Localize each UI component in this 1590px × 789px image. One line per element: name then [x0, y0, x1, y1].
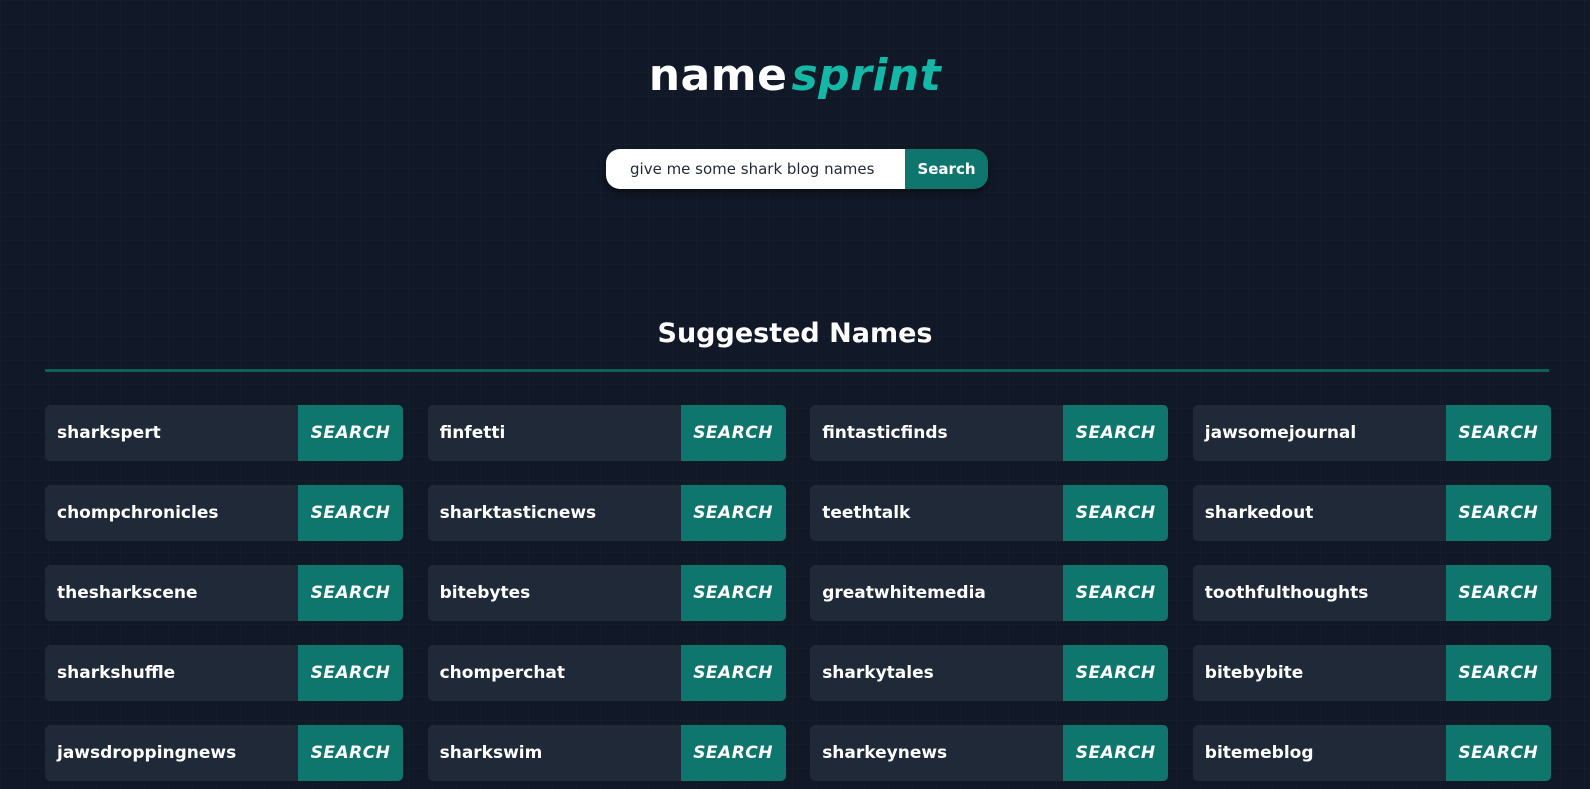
name-card: bitebytes SEARCH	[427, 565, 786, 621]
name-card: finfetti SEARCH	[427, 405, 786, 461]
name-label: sharktasticnews	[439, 503, 597, 523]
name-label: thesharkscene	[57, 583, 198, 603]
name-search-button[interactable]: SEARCH	[298, 725, 403, 781]
name-search-button[interactable]: SEARCH	[680, 645, 786, 701]
search-bar: Search	[606, 149, 988, 189]
name-label: sharkswim	[439, 743, 543, 763]
suggested-names-grid: sharkspert SEARCH finfetti SEARCH fintasti…	[45, 405, 1551, 781]
name-label: bitebybite	[1204, 663, 1304, 683]
name-card: greatwhitemedia SEARCH	[810, 565, 1169, 621]
name-search-button[interactable]: SEARCH	[298, 565, 403, 621]
name-card: sharktasticnews SEARCH	[427, 485, 786, 541]
name-search-button[interactable]: SEARCH	[680, 485, 786, 541]
name-search-button[interactable]: SEARCH	[1445, 725, 1551, 781]
name-card: sharkswim SEARCH	[427, 725, 786, 781]
name-label: teethtalk	[822, 503, 911, 523]
name-card: thesharkscene SEARCH	[45, 565, 403, 621]
name-card: sharkytales SEARCH	[810, 645, 1169, 701]
name-card: toothfulthoughts SEARCH	[1192, 565, 1551, 621]
name-label: sharkshuffle	[57, 663, 176, 683]
name-label: jawsdroppingnews	[57, 743, 237, 763]
name-search-button[interactable]: SEARCH	[1063, 405, 1169, 461]
name-search-button[interactable]: SEARCH	[1063, 565, 1169, 621]
name-card: teethtalk SEARCH	[810, 485, 1169, 541]
name-card: chompchronicles SEARCH	[45, 485, 403, 541]
name-search-button[interactable]: SEARCH	[1445, 485, 1551, 541]
section-divider	[45, 369, 1549, 372]
name-label: jawsomejournal	[1204, 423, 1357, 443]
name-label: finfetti	[439, 423, 506, 443]
name-label: sharkedout	[1204, 503, 1314, 523]
name-card: bitebybite SEARCH	[1192, 645, 1551, 701]
name-card: jawsomejournal SEARCH	[1192, 405, 1551, 461]
name-search-button[interactable]: SEARCH	[680, 725, 786, 781]
name-label: sharkspert	[57, 423, 161, 443]
name-search-button[interactable]: SEARCH	[1063, 645, 1169, 701]
name-search-button[interactable]: SEARCH	[1445, 565, 1551, 621]
name-label: toothfulthoughts	[1204, 583, 1369, 603]
name-card: chomperchat SEARCH	[427, 645, 786, 701]
section-title: Suggested Names	[657, 318, 933, 349]
name-label: greatwhitemedia	[822, 583, 986, 603]
name-search-button[interactable]: SEARCH	[680, 405, 786, 461]
name-card: sharkedout SEARCH	[1192, 485, 1551, 541]
name-search-button[interactable]: SEARCH	[1445, 645, 1551, 701]
name-card: jawsdroppingnews SEARCH	[45, 725, 403, 781]
name-card: sharkshuffle SEARCH	[45, 645, 403, 701]
search-button[interactable]: Search	[905, 149, 988, 189]
name-label: fintasticfinds	[822, 423, 948, 443]
logo-name-part: name	[648, 50, 788, 101]
name-label: sharkytales	[822, 663, 934, 683]
name-search-button[interactable]: SEARCH	[1063, 725, 1169, 781]
name-search-button[interactable]: SEARCH	[298, 405, 403, 461]
name-label: bitebytes	[439, 583, 531, 603]
name-search-button[interactable]: SEARCH	[680, 565, 786, 621]
name-label: chompchronicles	[57, 503, 219, 523]
name-search-button[interactable]: SEARCH	[1063, 485, 1169, 541]
name-card: sharkeynews SEARCH	[810, 725, 1169, 781]
name-search-button[interactable]: SEARCH	[298, 485, 403, 541]
name-card: fintasticfinds SEARCH	[810, 405, 1169, 461]
name-label: sharkeynews	[822, 743, 948, 763]
name-search-button[interactable]: SEARCH	[298, 645, 403, 701]
logo: namesprint	[0, 48, 1590, 104]
name-card: bitemeblog SEARCH	[1192, 725, 1551, 781]
name-card: sharkspert SEARCH	[45, 405, 403, 461]
name-label: bitemeblog	[1204, 743, 1314, 763]
name-search-button[interactable]: SEARCH	[1445, 405, 1551, 461]
logo-sprint-part: sprint	[791, 50, 942, 101]
name-label: chomperchat	[439, 663, 566, 683]
search-input[interactable]	[606, 149, 905, 189]
